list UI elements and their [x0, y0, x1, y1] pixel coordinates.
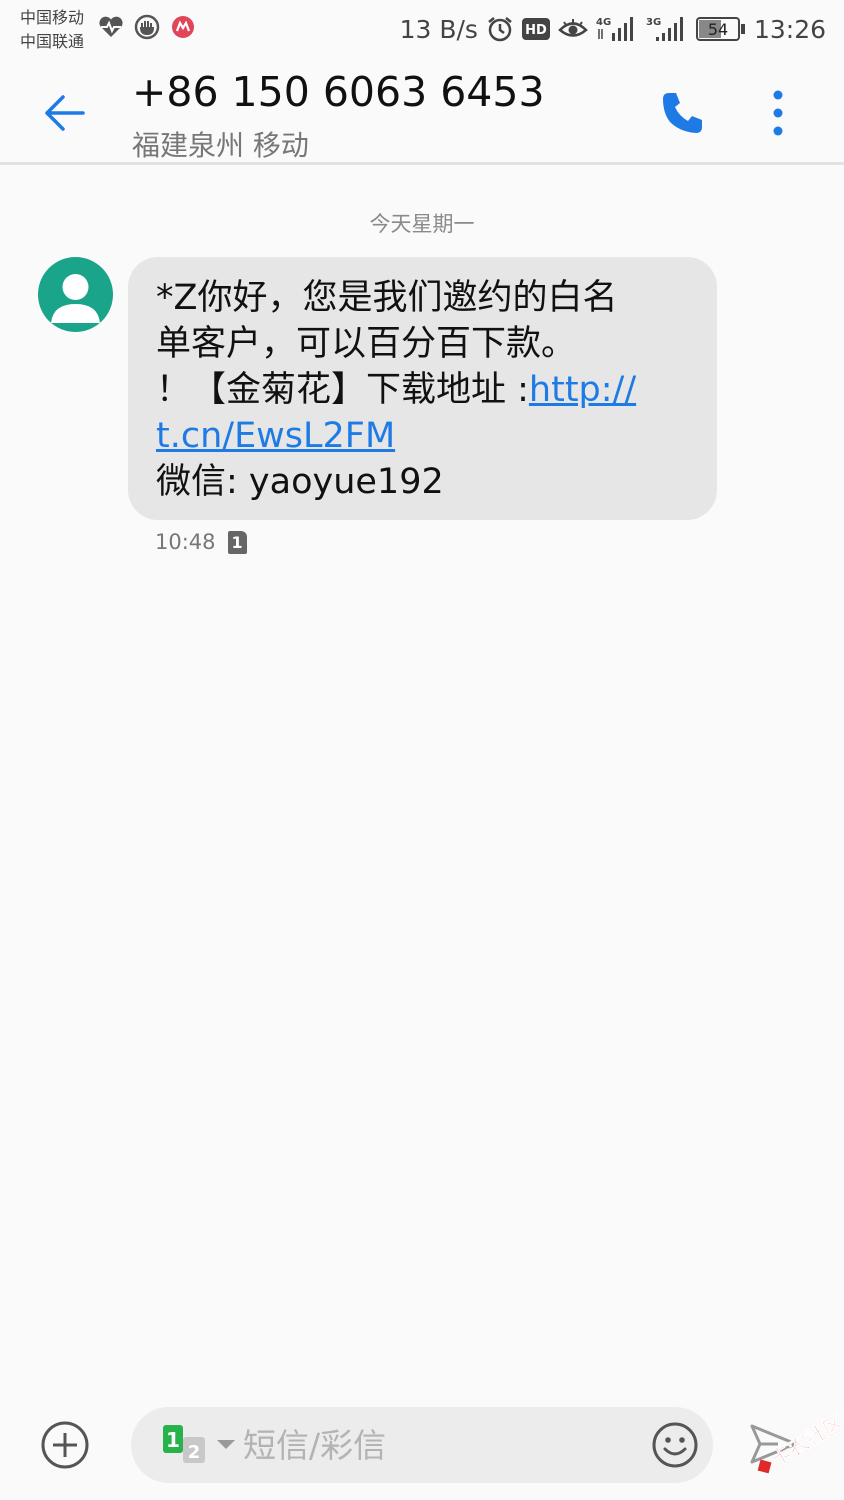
- message-line-4: t.cn/EwsL2FM: [156, 413, 691, 459]
- message-input[interactable]: [243, 1419, 643, 1471]
- more-vertical-icon: [773, 90, 783, 136]
- signal-3g-icon: 3G: [646, 15, 688, 43]
- message-link-part-2[interactable]: t.cn/EwsL2FM: [156, 416, 395, 456]
- contact-location: 福建泉州 移动: [132, 129, 309, 162]
- battery-icon: 54: [695, 16, 746, 42]
- svg-text:54: 54: [708, 20, 728, 39]
- date-separator: 今天星期一: [369, 212, 475, 236]
- message-line-1: *Z你好，您是我们邀约的白名: [156, 278, 618, 318]
- svg-text:4G: 4G: [596, 17, 611, 28]
- call-button[interactable]: [650, 80, 716, 146]
- message-time: 10:48: [155, 530, 216, 554]
- bank-icon: [170, 14, 196, 40]
- message-link-part-1[interactable]: http://: [529, 370, 636, 410]
- shield-icon: [134, 14, 160, 40]
- carrier-names: 中国移动 中国联通: [20, 6, 84, 54]
- add-attachment-button[interactable]: [40, 1420, 90, 1470]
- health-icon: [98, 15, 124, 39]
- eye-icon: [558, 17, 588, 41]
- carrier-2: 中国联通: [20, 32, 85, 51]
- message-line-2: 单客户，可以百分百下款。: [156, 324, 577, 364]
- person-icon: [51, 274, 100, 323]
- svg-text:3G: 3G: [646, 17, 661, 28]
- message-line-3: ！【金菊花】下载地址 :http://: [156, 367, 691, 413]
- clock: 13:26: [753, 14, 826, 44]
- hd-icon: HD: [521, 17, 550, 41]
- add-circle-icon: [41, 1421, 89, 1469]
- svg-text:1: 1: [166, 1428, 180, 1452]
- sim-select-icon: 1 2: [163, 1425, 235, 1463]
- message-bubble[interactable]: *Z你好，您是我们邀约的白名 单客户，可以百分百下款。 ！【金菊花】下载地址 :…: [128, 257, 717, 520]
- contact-number: +86 150 6063 6453: [132, 68, 545, 116]
- message-line-3-text: ！【金菊花】下载地址 :: [156, 370, 529, 410]
- signal-4g-icon: 4G: [596, 15, 638, 43]
- emoji-button[interactable]: [651, 1421, 699, 1469]
- back-arrow-icon: [45, 95, 85, 131]
- carrier-1: 中国移动: [20, 8, 85, 27]
- message-line-5: 微信: yaoyue192: [156, 462, 444, 502]
- system-icons: 13 B/s HD 4G 3G 54 13:26: [400, 10, 826, 48]
- sim-card-icon: 1: [227, 530, 247, 554]
- message-input-box: 1 2: [131, 1407, 713, 1483]
- svg-text:卡农社区: 卡农社区: [767, 1410, 840, 1471]
- contact-avatar[interactable]: [38, 257, 113, 332]
- alarm-icon: [486, 15, 514, 43]
- svg-text:2: 2: [188, 1442, 201, 1463]
- emoji-icon: [652, 1422, 698, 1468]
- sim-selector[interactable]: 1 2: [163, 1425, 239, 1465]
- conversation-header: +86 150 6063 6453 福建泉州 移动: [0, 58, 844, 165]
- status-bar: 中国移动 中国联通 13 B/s HD 4G 3G 54 13:26: [0, 0, 844, 58]
- svg-text:HD: HD: [525, 23, 547, 38]
- net-speed: 13 B/s: [399, 14, 478, 44]
- watermark-logo: 卡农社区: [744, 1406, 844, 1486]
- notification-icons: [98, 14, 196, 40]
- message-meta: 10:48 1: [155, 530, 247, 554]
- more-options-button[interactable]: [752, 80, 804, 146]
- back-button[interactable]: [34, 82, 96, 144]
- phone-icon: [663, 93, 702, 133]
